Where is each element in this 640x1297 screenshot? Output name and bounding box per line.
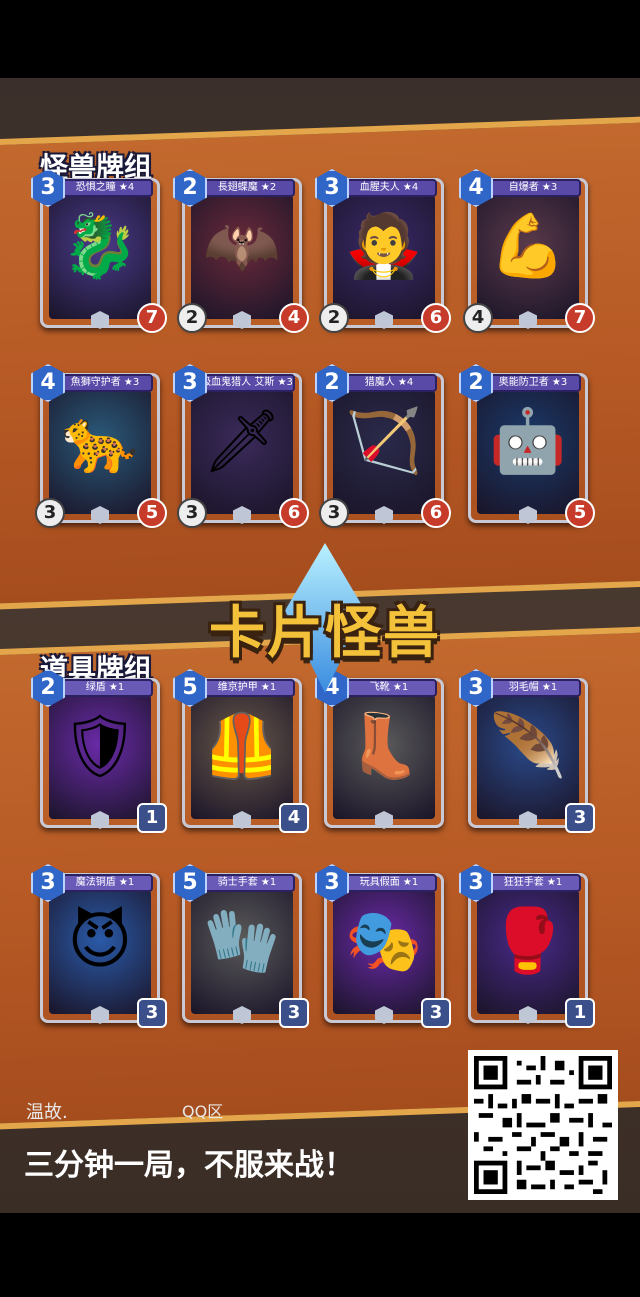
card-attack: 2 xyxy=(177,303,207,333)
card-attack: 3 xyxy=(319,498,349,528)
card-portrait-icon: 🤖 xyxy=(489,404,567,477)
card-art: 🪶 xyxy=(477,695,579,819)
card-portrait-icon: 🐉 xyxy=(61,209,139,282)
monster-card[interactable]: 🐆 魚獅守护者 ★3 4 3 5 xyxy=(31,364,167,528)
card-art: 🧤 xyxy=(191,890,293,1014)
card-art: 🛡 xyxy=(49,695,151,819)
card-name: 骑士手套 ★1 xyxy=(199,874,295,892)
card-name: 魔法铜盾 ★1 xyxy=(57,874,153,892)
monster-card[interactable]: 💪 自爆者 ★3 4 4 7 xyxy=(459,169,595,333)
card-name: 血腥夫人 ★4 xyxy=(341,179,437,197)
card-attack: 3 xyxy=(35,498,65,528)
card-art: 🎭 xyxy=(333,890,435,1014)
card-portrait-icon: 🗡 xyxy=(202,404,282,477)
card-portrait-icon: 💪 xyxy=(489,209,567,282)
card-name: 自爆者 ★3 xyxy=(485,179,581,197)
item-card[interactable]: 🦺 维京护甲 ★1 5 4 xyxy=(173,669,309,833)
monster-card[interactable]: 🏹 猎魔人 ★4 2 3 6 xyxy=(315,364,451,528)
item-card[interactable]: 🪶 羽毛帽 ★1 3 3 xyxy=(459,669,595,833)
card-portrait-icon: 🐆 xyxy=(61,404,139,477)
game-share-image: 怪兽牌组 道具牌组 🐉 恐惧之瞳 ★4 3 7 🦇 長翅蝶魔 ★2 2 2 4 🧛 血腥夫人 ★4 3… xyxy=(0,78,640,1213)
item-card[interactable]: 👢 飞靴 ★1 4 xyxy=(315,669,444,829)
card-portrait-icon: 🧤 xyxy=(203,904,281,977)
card-health: 3 xyxy=(565,803,595,833)
card-health: 1 xyxy=(137,803,167,833)
card-art: 🥊 xyxy=(477,890,579,1014)
card-art: 🧛 xyxy=(333,195,435,319)
card-health: 6 xyxy=(279,498,309,528)
item-card[interactable]: 😈 魔法铜盾 ★1 3 3 xyxy=(31,864,167,1028)
card-art: 💪 xyxy=(477,195,579,319)
card-health: 7 xyxy=(137,303,167,333)
card-portrait-icon: 🛡 xyxy=(60,709,140,782)
card-name: 猎魔人 ★4 xyxy=(341,374,437,392)
card-art: 👢 xyxy=(333,695,435,819)
monster-card[interactable]: 🤖 奥能防卫者 ★3 2 5 xyxy=(459,364,595,528)
logo-text: 卡片怪兽 xyxy=(209,601,441,666)
card-art: 🐉 xyxy=(49,195,151,319)
card-health: 5 xyxy=(137,498,167,528)
card-attack: 2 xyxy=(319,303,349,333)
item-card[interactable]: 🛡 绿盾 ★1 2 1 xyxy=(31,669,167,833)
card-name: 吸血鬼猎人 艾斯 ★3 xyxy=(199,374,295,392)
qr-code[interactable] xyxy=(468,1050,618,1200)
card-art: 😈 xyxy=(49,890,151,1014)
card-name: 羽毛帽 ★1 xyxy=(485,679,581,697)
card-portrait-icon: 👢 xyxy=(345,709,423,782)
card-portrait-icon: 😈 xyxy=(67,904,133,977)
card-health: 3 xyxy=(421,998,451,1028)
card-portrait-icon: 🦺 xyxy=(203,709,281,782)
card-art: 🐆 xyxy=(49,390,151,514)
card-art: 🏹 xyxy=(333,390,435,514)
card-health: 6 xyxy=(421,303,451,333)
card-portrait-icon: 🪶 xyxy=(489,709,567,782)
item-card[interactable]: 🧤 骑士手套 ★1 5 3 xyxy=(173,864,309,1028)
share-footer: 温故. QQ区 三分钟一局，不服来战！ xyxy=(0,1050,640,1213)
slogan: 三分钟一局，不服来战！ xyxy=(24,1148,354,1183)
card-art: 🦇 xyxy=(191,195,293,319)
card-health: 4 xyxy=(279,803,309,833)
monster-card[interactable]: 🦇 長翅蝶魔 ★2 2 2 4 xyxy=(173,169,309,333)
card-health: 1 xyxy=(565,998,595,1028)
username: 温故. xyxy=(26,1102,68,1123)
card-art: 🤖 xyxy=(477,390,579,514)
card-health: 3 xyxy=(137,998,167,1028)
card-health: 6 xyxy=(421,498,451,528)
card-name: 玩具假面 ★1 xyxy=(341,874,437,892)
card-portrait-icon: 🎭 xyxy=(345,904,423,977)
card-health: 3 xyxy=(279,998,309,1028)
card-attack: 4 xyxy=(463,303,493,333)
card-art: 🦺 xyxy=(191,695,293,819)
card-name: 長翅蝶魔 ★2 xyxy=(199,179,295,197)
monster-card[interactable]: 🐉 恐惧之瞳 ★4 3 7 xyxy=(31,169,167,333)
card-name: 恐惧之瞳 ★4 xyxy=(57,179,153,197)
card-art: 🗡 xyxy=(191,390,293,514)
card-name: 奥能防卫者 ★3 xyxy=(485,374,581,392)
monster-card[interactable]: 🗡 吸血鬼猎人 艾斯 ★3 3 3 6 xyxy=(173,364,309,528)
game-logo: 卡片怪兽 xyxy=(190,543,460,693)
item-card[interactable]: 🥊 狂狂手套 ★1 3 1 xyxy=(459,864,595,1028)
card-portrait-icon: 🥊 xyxy=(489,904,567,977)
item-card[interactable]: 🎭 玩具假面 ★1 3 3 xyxy=(315,864,451,1028)
qr-code-icon xyxy=(474,1056,612,1194)
card-name: 绿盾 ★1 xyxy=(57,679,153,697)
card-portrait-icon: 🏹 xyxy=(345,404,423,477)
card-name: 魚獅守护者 ★3 xyxy=(57,374,153,392)
card-portrait-icon: 🦇 xyxy=(203,209,281,282)
card-health: 5 xyxy=(565,498,595,528)
card-attack: 3 xyxy=(177,498,207,528)
card-portrait-icon: 🧛 xyxy=(345,209,423,282)
monster-card[interactable]: 🧛 血腥夫人 ★4 3 2 6 xyxy=(315,169,451,333)
card-name: 狂狂手套 ★1 xyxy=(485,874,581,892)
server-zone: QQ区 xyxy=(182,1102,224,1121)
card-health: 4 xyxy=(279,303,309,333)
card-health: 7 xyxy=(565,303,595,333)
